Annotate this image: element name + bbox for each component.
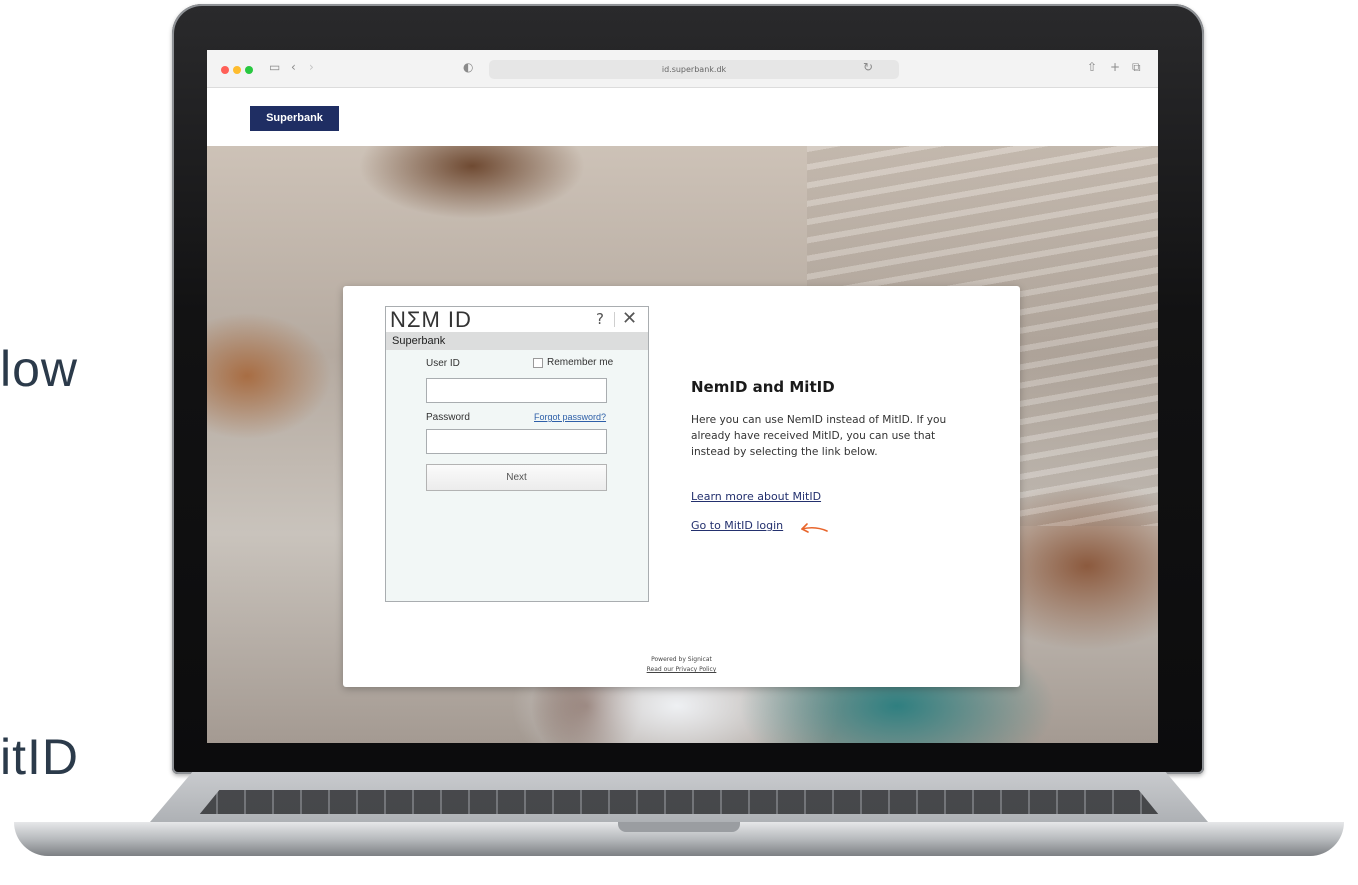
user-id-input[interactable] — [426, 378, 607, 403]
login-card: NΣM ID ? ✕ Superbank User ID Remember me… — [343, 286, 1020, 687]
shield-icon[interactable]: ◐ — [463, 60, 473, 74]
forgot-password-link[interactable]: Forgot password? — [534, 412, 606, 422]
address-bar[interactable]: id.superbank.dk — [489, 60, 899, 79]
side-text-top: low — [0, 341, 79, 397]
remember-me-label: Remember me — [547, 357, 614, 368]
browser-toolbar: ▭ ‹ › ◐ id.superbank.dk ↻ ⇧ + ⧉ — [207, 50, 1158, 88]
tabs-icon[interactable]: ⧉ — [1132, 60, 1141, 75]
info-body: Here you can use NemID instead of MitID.… — [691, 414, 947, 458]
nemid-login-widget: NΣM ID ? ✕ Superbank User ID Remember me… — [385, 306, 649, 602]
header-divider — [614, 312, 615, 327]
password-label: Password — [426, 412, 470, 423]
window-zoom-icon[interactable] — [245, 66, 253, 74]
help-icon[interactable]: ? — [596, 310, 604, 328]
nemid-header: NΣM ID ? ✕ — [386, 307, 648, 332]
powered-by-text: Powered by Signicat — [651, 656, 712, 663]
window-close-icon[interactable] — [221, 66, 229, 74]
next-button[interactable]: Next — [426, 464, 607, 491]
back-icon[interactable]: ‹ — [291, 60, 296, 74]
privacy-policy-link[interactable]: Read our Privacy Policy — [343, 666, 1020, 673]
laptop-base — [0, 772, 1358, 862]
password-input[interactable] — [426, 429, 607, 454]
laptop-keyboard — [199, 790, 1159, 814]
laptop-screen: ▭ ‹ › ◐ id.superbank.dk ↻ ⇧ + ⧉ Superban… — [207, 50, 1158, 743]
learn-more-mitid-link[interactable]: Learn more about MitID — [691, 490, 821, 503]
new-tab-icon[interactable]: + — [1110, 60, 1120, 74]
window-minimize-icon[interactable] — [233, 66, 241, 74]
remember-me-checkbox[interactable]: Remember me — [533, 357, 613, 368]
laptop-notch — [618, 822, 740, 832]
close-icon[interactable]: ✕ — [622, 308, 637, 329]
info-title: NemID and MitID — [691, 378, 835, 396]
brand-logo[interactable]: Superbank — [250, 106, 339, 131]
reload-icon[interactable]: ↻ — [863, 60, 873, 74]
info-panel: NemID and MitID Here you can use NemID i… — [691, 378, 961, 533]
nemid-logo: NΣM ID — [390, 307, 472, 332]
site-header: Superbank — [207, 88, 1158, 146]
nemid-bank-name: Superbank — [386, 332, 648, 350]
share-icon[interactable]: ⇧ — [1087, 60, 1097, 74]
user-id-label: User ID — [426, 358, 460, 369]
forward-icon[interactable]: › — [309, 60, 314, 74]
arrow-icon — [801, 523, 828, 533]
sidebar-icon[interactable]: ▭ — [269, 60, 280, 74]
url-text: id.superbank.dk — [661, 65, 727, 74]
checkbox-icon[interactable] — [533, 357, 543, 368]
go-to-mitid-login-link[interactable]: Go to MitID login — [691, 519, 783, 532]
hero-photo: NΣM ID ? ✕ Superbank User ID Remember me… — [207, 146, 1158, 743]
